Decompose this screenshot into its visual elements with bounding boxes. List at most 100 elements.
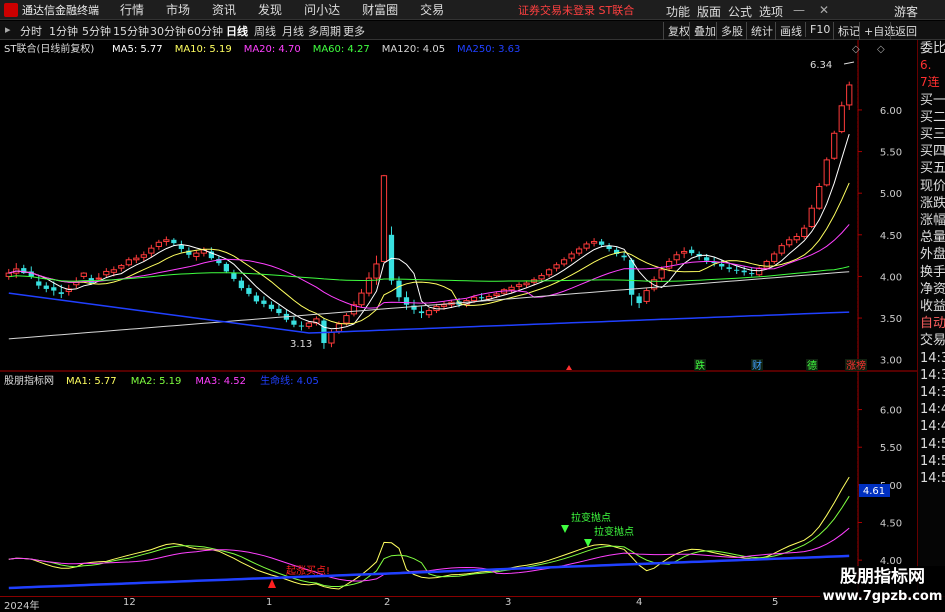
side-panel-item[interactable]: 买三 [918, 126, 945, 143]
event-marker-label: 涨榜 [846, 359, 866, 372]
grid-dot [857, 384, 858, 385]
side-panel-item[interactable]: 7连 [918, 74, 945, 91]
side-panel-item[interactable]: 净资 [918, 281, 945, 298]
side-panel-item[interactable]: 6. [918, 57, 945, 74]
side-panel-item[interactable]: 买二 [918, 109, 945, 126]
period-tab-3[interactable]: 15分钟 [113, 23, 149, 39]
menu-function[interactable]: 功能 [666, 3, 690, 20]
guest-label[interactable]: 游客 [894, 3, 918, 20]
grid-dot [857, 228, 858, 229]
candle-body [636, 296, 642, 304]
menu-bar: 通达信金融终端 行情 市场 资讯 发现 问小达 财富圈 交易 证券交易未登录 ST联合 功能… [0, 0, 945, 20]
toolbar-button-2[interactable]: 多股 [716, 22, 747, 40]
grid-dot [857, 176, 858, 177]
side-panel-item[interactable]: 14:35 [918, 350, 945, 367]
toolbar-button-8[interactable]: 返回 [890, 22, 921, 40]
side-panel-item[interactable]: 买四 [918, 143, 945, 160]
time-axis-label: 1 [266, 597, 273, 608]
grid-dot [857, 324, 858, 325]
candle-body [658, 269, 665, 279]
period-tab-6[interactable]: 日线 [226, 23, 248, 39]
grid-dot [857, 500, 858, 501]
side-panel-item[interactable]: 14:57 [918, 470, 945, 487]
collapse-arrow-icon[interactable]: ▸ [5, 23, 11, 36]
side-panel-item[interactable]: 交易 [918, 332, 945, 349]
grid-dot [857, 352, 858, 353]
side-panel-item[interactable]: 自动 [918, 315, 945, 332]
side-panel-item[interactable]: 涨幅 [918, 212, 945, 229]
grid-dot [857, 320, 858, 321]
grid-dot [857, 504, 858, 505]
grid-dot [857, 88, 858, 89]
candle-body [440, 304, 448, 307]
side-panel-item[interactable]: 买五 [918, 160, 945, 177]
side-panel-item[interactable]: 14:45 [918, 418, 945, 435]
period-tab-0[interactable]: 分时 [20, 23, 42, 39]
grid-dot [857, 508, 858, 509]
grid-dot [857, 472, 858, 473]
menu-discover[interactable]: 发现 [247, 3, 293, 17]
menu-market[interactable]: 行情 [109, 3, 155, 17]
side-panel-item[interactable]: 收益 [918, 298, 945, 315]
menu-news[interactable]: 资讯 [201, 3, 247, 17]
side-panel-item[interactable]: 14:50 [918, 436, 945, 453]
menu-options[interactable]: 选项 [759, 3, 783, 20]
grid-dot [857, 380, 858, 381]
login-warning[interactable]: 证券交易未登录 ST联合 [518, 2, 634, 18]
period-tab-5[interactable]: 60分钟 [187, 23, 223, 39]
side-panel-item[interactable]: 14:42 [918, 401, 945, 418]
candle-body [95, 277, 102, 280]
period-tab-9[interactable]: 多周期 [308, 23, 341, 39]
signal-label: 拉变抛点 [594, 525, 634, 538]
grid-dot [857, 316, 858, 317]
grid-dot [857, 480, 858, 481]
side-panel-item[interactable]: 14:51 [918, 453, 945, 470]
grid-dot [857, 160, 858, 161]
sub-tick-label: 4.50 [880, 518, 902, 529]
side-panel-item[interactable]: 委比 [918, 40, 945, 57]
side-panel-item[interactable]: 涨跌 [918, 195, 945, 212]
period-tab-4[interactable]: 30分钟 [150, 23, 186, 39]
side-panel-item[interactable]: 换手 [918, 264, 945, 281]
menu-market-center[interactable]: 市场 [155, 3, 201, 17]
minimize-icon[interactable]: — [793, 3, 805, 17]
grid-dot [857, 188, 858, 189]
menu-layout[interactable]: 版面 [697, 3, 721, 20]
candle-body [793, 235, 800, 241]
period-tab-8[interactable]: 月线 [282, 23, 304, 39]
side-panel-item[interactable]: 14:38 [918, 367, 945, 384]
grid-dot [857, 184, 858, 185]
side-panel-item[interactable]: 总量 [918, 229, 945, 246]
menu-ask-xiaoda[interactable]: 问小达 [293, 3, 351, 17]
side-panel-item[interactable]: 现价 [918, 178, 945, 195]
candle-body [808, 207, 815, 227]
grid-dot [857, 232, 858, 233]
candle-body [418, 311, 425, 314]
candle-body [545, 269, 553, 276]
grid-dot [857, 388, 858, 389]
period-tab-1[interactable]: 1分钟 [49, 23, 78, 39]
time-axis-label: 2024年 [4, 601, 40, 612]
toolbar-button-4[interactable]: 画线 [775, 22, 806, 40]
grid-dot [857, 440, 858, 441]
side-panel-item[interactable]: 14:39 [918, 384, 945, 401]
grid-dot [857, 556, 858, 557]
side-panel-item[interactable]: 买一 [918, 92, 945, 109]
menu-formula[interactable]: 公式 [728, 3, 752, 20]
period-tab-2[interactable]: 5分钟 [82, 23, 111, 39]
toolbar-button-5[interactable]: F10 [805, 22, 834, 37]
chart-area[interactable]: 6.00 5.50 5.00 4.50 4.00 3.50 3.00 ST联合(日线前复权) M… [0, 40, 917, 596]
menu-wealth-circle[interactable]: 财富圈 [351, 3, 409, 17]
grid-dot [857, 496, 858, 497]
grid-dot [857, 100, 858, 101]
event-marker-label: 财 [752, 359, 762, 372]
grid-dot [857, 252, 858, 253]
candle-body [493, 293, 500, 297]
toolbar-button-3[interactable]: 统计 [746, 22, 777, 40]
menu-trade[interactable]: 交易 [409, 3, 455, 17]
period-tab-10[interactable]: 更多 [343, 23, 365, 39]
close-icon[interactable]: ✕ [819, 3, 829, 17]
side-panel-item[interactable]: 外盘 [918, 246, 945, 263]
grid-dot [857, 44, 858, 45]
period-tab-7[interactable]: 周线 [254, 23, 276, 39]
